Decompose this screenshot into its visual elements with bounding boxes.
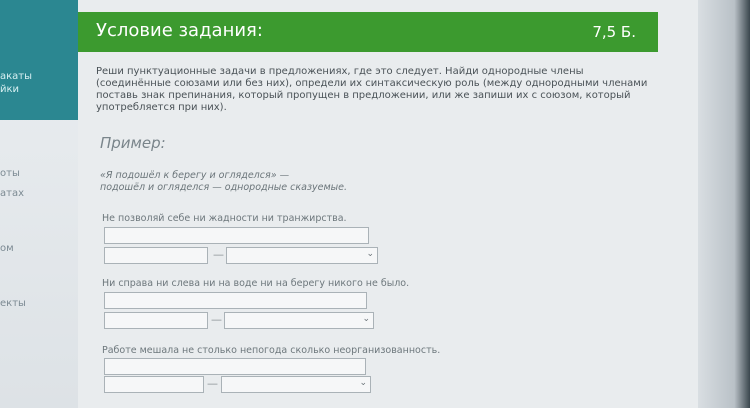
task-3-dash: — (207, 377, 218, 390)
task-panel: Условие задания: 7,5 Б. Реши пунктуацион… (78, 0, 698, 408)
task-1-select[interactable]: ⌄ (226, 247, 378, 264)
task-2-sentence: Ни справа ни слева ни на воде ни на бере… (102, 278, 410, 289)
chevron-down-icon: ⌄ (362, 314, 370, 324)
sidebar-teal-block (0, 0, 78, 120)
example-line-1: «Я подошёл к берегу и огляделся» — (100, 170, 290, 181)
task-3-sentence: Работе мешала не столько непогода скольк… (102, 345, 441, 356)
example-title: Пример: (100, 134, 166, 152)
chevron-down-icon: ⌄ (359, 378, 367, 388)
sidebar-item-1[interactable]: акаты (0, 71, 32, 82)
example-text: «Я подошёл к берегу и огляделся» — подош… (100, 170, 430, 194)
sidebar-item-3[interactable]: оты (0, 168, 20, 179)
task-header: Условие задания: 7,5 Б. (78, 12, 658, 52)
chevron-down-icon: ⌄ (366, 249, 374, 259)
sidebar-item-2[interactable]: йки (0, 84, 19, 95)
task-2-word-input[interactable] (104, 312, 208, 329)
task-1-word-input[interactable] (104, 247, 208, 264)
sidebar-item-6[interactable]: екты (0, 298, 26, 309)
task-2-dash: — (211, 313, 222, 326)
task-3-main-input[interactable] (104, 358, 366, 375)
task-3-word-input[interactable] (104, 376, 204, 393)
task-2-main-input[interactable] (104, 292, 367, 309)
left-sidebar: акаты йки оты атах ом екты (0, 0, 78, 408)
task-2-select[interactable]: ⌄ (224, 312, 374, 329)
task-1-main-input[interactable] (104, 227, 369, 244)
sidebar-item-4[interactable]: атах (0, 188, 24, 199)
task-1-sentence: Не позволяй себе ни жадности ни транжирс… (102, 213, 347, 224)
screen-right-edge (698, 0, 750, 408)
task-instructions: Реши пунктуационные задачи в предложения… (96, 66, 648, 113)
task-points: 7,5 Б. (592, 23, 636, 41)
sidebar-item-5[interactable]: ом (0, 243, 14, 254)
example-line-2: подошёл и огляделся — однородные сказуем… (100, 182, 348, 193)
task-3-select[interactable]: ⌄ (221, 376, 371, 393)
task-title: Условие задания: (96, 20, 263, 41)
task-1-dash: — (213, 248, 224, 261)
